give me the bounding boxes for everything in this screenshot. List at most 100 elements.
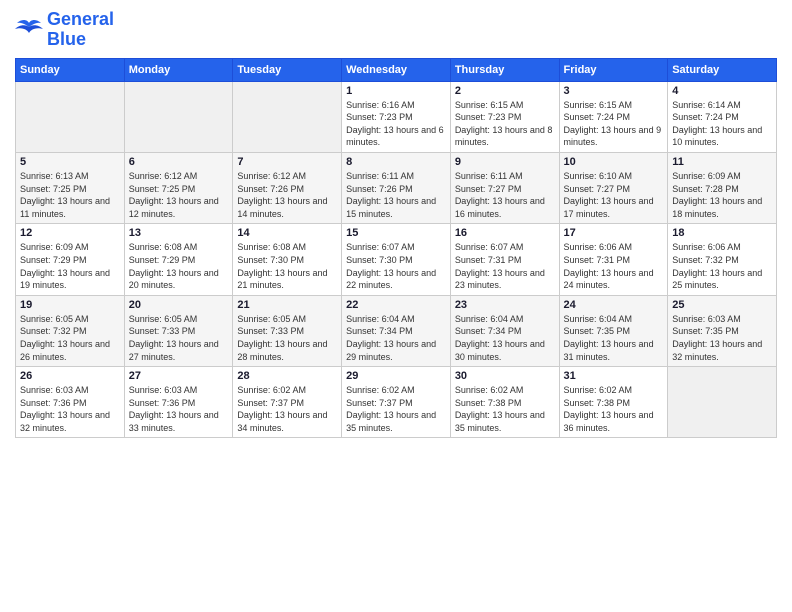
calendar-cell: 25 Sunrise: 6:03 AMSunset: 7:35 PMDayligh… (668, 295, 777, 366)
day-info: Sunrise: 6:16 AMSunset: 7:23 PMDaylight:… (346, 99, 446, 149)
calendar-cell: 28Sunrise: 6:02 AMSunset: 7:37 PMDayligh… (233, 367, 342, 438)
week-row-3: 19 Sunrise: 6:05 AMSunset: 7:32 PMDayligh… (16, 295, 777, 366)
header-day-monday: Monday (124, 58, 233, 81)
logo-bird-icon (15, 19, 43, 41)
calendar-header: SundayMondayTuesdayWednesdayThursdayFrid… (16, 58, 777, 81)
calendar-cell: 26Sunrise: 6:03 AMSunset: 7:36 PMDayligh… (16, 367, 125, 438)
calendar-cell (233, 81, 342, 152)
day-number: 21 (237, 299, 337, 311)
week-row-4: 26Sunrise: 6:03 AMSunset: 7:36 PMDayligh… (16, 367, 777, 438)
calendar-body: 1Sunrise: 6:16 AMSunset: 7:23 PMDaylight… (16, 81, 777, 438)
calendar-cell: 3 Sunrise: 6:15 AMSunset: 7:24 PMDaylight… (559, 81, 668, 152)
day-number: 13 (129, 227, 229, 239)
calendar-cell: 10 Sunrise: 6:10 AMSunset: 7:27 PMDayligh… (559, 152, 668, 223)
day-info: Sunrise: 6:05 AMSunset: 7:32 PMDaylight:… (20, 313, 120, 363)
day-number: 5 (20, 156, 120, 168)
day-info: Sunrise: 6:05 AMSunset: 7:33 PMDaylight:… (237, 313, 337, 363)
day-info: Sunrise: 6:15 AMSunset: 7:23 PMDaylight:… (455, 99, 555, 149)
calendar-cell: 18Sunrise: 6:06 AMSunset: 7:32 PMDayligh… (668, 224, 777, 295)
calendar-cell: 20 Sunrise: 6:05 AMSunset: 7:33 PMDayligh… (124, 295, 233, 366)
week-row-2: 12 Sunrise: 6:09 AMSunset: 7:29 PMDayligh… (16, 224, 777, 295)
day-number: 12 (20, 227, 120, 239)
calendar-cell: 4Sunrise: 6:14 AMSunset: 7:24 PMDaylight… (668, 81, 777, 152)
day-number: 14 (237, 227, 337, 239)
day-info: Sunrise: 6:07 AMSunset: 7:30 PMDaylight:… (346, 241, 446, 291)
calendar-cell: 15 Sunrise: 6:07 AMSunset: 7:30 PMDayligh… (342, 224, 451, 295)
page: General Blue SundayMondayTuesdayWednesda… (0, 0, 792, 612)
day-number: 6 (129, 156, 229, 168)
day-info: Sunrise: 6:15 AMSunset: 7:24 PMDaylight:… (564, 99, 664, 149)
day-info: Sunrise: 6:06 AMSunset: 7:32 PMDaylight:… (672, 241, 772, 291)
day-number: 11 (672, 156, 772, 168)
day-number: 16 (455, 227, 555, 239)
header-day-thursday: Thursday (450, 58, 559, 81)
day-number: 8 (346, 156, 446, 168)
calendar-cell (124, 81, 233, 152)
day-info: Sunrise: 6:10 AMSunset: 7:27 PMDaylight:… (564, 170, 664, 220)
header-day-saturday: Saturday (668, 58, 777, 81)
day-info: Sunrise: 6:12 AMSunset: 7:26 PMDaylight:… (237, 170, 337, 220)
calendar-cell: 30 Sunrise: 6:02 AMSunset: 7:38 PMDayligh… (450, 367, 559, 438)
calendar-cell (16, 81, 125, 152)
day-info: Sunrise: 6:03 AMSunset: 7:36 PMDaylight:… (20, 384, 120, 434)
day-number: 3 (564, 85, 664, 97)
day-number: 17 (564, 227, 664, 239)
day-info: Sunrise: 6:05 AMSunset: 7:33 PMDaylight:… (129, 313, 229, 363)
day-info: Sunrise: 6:11 AMSunset: 7:26 PMDaylight:… (346, 170, 446, 220)
day-number: 19 (20, 299, 120, 311)
day-number: 30 (455, 370, 555, 382)
calendar-cell: 31 Sunrise: 6:02 AMSunset: 7:38 PMDayligh… (559, 367, 668, 438)
day-info: Sunrise: 6:09 AMSunset: 7:28 PMDaylight:… (672, 170, 772, 220)
day-info: Sunrise: 6:02 AMSunset: 7:38 PMDaylight:… (564, 384, 664, 434)
calendar-cell: 24Sunrise: 6:04 AMSunset: 7:35 PMDayligh… (559, 295, 668, 366)
day-number: 2 (455, 85, 555, 97)
day-number: 9 (455, 156, 555, 168)
calendar-cell: 8 Sunrise: 6:11 AMSunset: 7:26 PMDaylight… (342, 152, 451, 223)
calendar-cell: 9Sunrise: 6:11 AMSunset: 7:27 PMDaylight… (450, 152, 559, 223)
week-row-1: 5 Sunrise: 6:13 AMSunset: 7:25 PMDaylight… (16, 152, 777, 223)
day-number: 10 (564, 156, 664, 168)
day-info: Sunrise: 6:09 AMSunset: 7:29 PMDaylight:… (20, 241, 120, 291)
calendar-table: SundayMondayTuesdayWednesdayThursdayFrid… (15, 58, 777, 439)
day-number: 23 (455, 299, 555, 311)
calendar-cell: 1Sunrise: 6:16 AMSunset: 7:23 PMDaylight… (342, 81, 451, 152)
header-day-wednesday: Wednesday (342, 58, 451, 81)
day-number: 4 (672, 85, 772, 97)
header-day-sunday: Sunday (16, 58, 125, 81)
calendar-cell (668, 367, 777, 438)
day-info: Sunrise: 6:08 AMSunset: 7:29 PMDaylight:… (129, 241, 229, 291)
header-day-friday: Friday (559, 58, 668, 81)
day-info: Sunrise: 6:13 AMSunset: 7:25 PMDaylight:… (20, 170, 120, 220)
logo-text: General Blue (47, 10, 114, 50)
day-info: Sunrise: 6:04 AMSunset: 7:35 PMDaylight:… (564, 313, 664, 363)
day-info: Sunrise: 6:07 AMSunset: 7:31 PMDaylight:… (455, 241, 555, 291)
calendar-cell: 6Sunrise: 6:12 AMSunset: 7:25 PMDaylight… (124, 152, 233, 223)
day-number: 31 (564, 370, 664, 382)
calendar-cell: 22 Sunrise: 6:04 AMSunset: 7:34 PMDayligh… (342, 295, 451, 366)
calendar-cell: 7Sunrise: 6:12 AMSunset: 7:26 PMDaylight… (233, 152, 342, 223)
day-number: 15 (346, 227, 446, 239)
day-number: 22 (346, 299, 446, 311)
calendar-cell: 21 Sunrise: 6:05 AMSunset: 7:33 PMDayligh… (233, 295, 342, 366)
header-day-tuesday: Tuesday (233, 58, 342, 81)
calendar-cell: 13 Sunrise: 6:08 AMSunset: 7:29 PMDayligh… (124, 224, 233, 295)
calendar-cell: 17Sunrise: 6:06 AMSunset: 7:31 PMDayligh… (559, 224, 668, 295)
day-number: 28 (237, 370, 337, 382)
day-info: Sunrise: 6:04 AMSunset: 7:34 PMDaylight:… (455, 313, 555, 363)
day-number: 27 (129, 370, 229, 382)
day-info: Sunrise: 6:08 AMSunset: 7:30 PMDaylight:… (237, 241, 337, 291)
day-info: Sunrise: 6:03 AMSunset: 7:35 PMDaylight:… (672, 313, 772, 363)
day-number: 25 (672, 299, 772, 311)
day-number: 20 (129, 299, 229, 311)
day-info: Sunrise: 6:02 AMSunset: 7:38 PMDaylight:… (455, 384, 555, 434)
calendar-cell: 29Sunrise: 6:02 AMSunset: 7:37 PMDayligh… (342, 367, 451, 438)
day-info: Sunrise: 6:04 AMSunset: 7:34 PMDaylight:… (346, 313, 446, 363)
calendar-cell: 5 Sunrise: 6:13 AMSunset: 7:25 PMDaylight… (16, 152, 125, 223)
calendar-cell: 11 Sunrise: 6:09 AMSunset: 7:28 PMDayligh… (668, 152, 777, 223)
calendar-cell: 19 Sunrise: 6:05 AMSunset: 7:32 PMDayligh… (16, 295, 125, 366)
week-row-0: 1Sunrise: 6:16 AMSunset: 7:23 PMDaylight… (16, 81, 777, 152)
calendar-cell: 16 Sunrise: 6:07 AMSunset: 7:31 PMDayligh… (450, 224, 559, 295)
day-info: Sunrise: 6:03 AMSunset: 7:36 PMDaylight:… (129, 384, 229, 434)
calendar-cell: 12 Sunrise: 6:09 AMSunset: 7:29 PMDayligh… (16, 224, 125, 295)
logo: General Blue (15, 10, 114, 50)
